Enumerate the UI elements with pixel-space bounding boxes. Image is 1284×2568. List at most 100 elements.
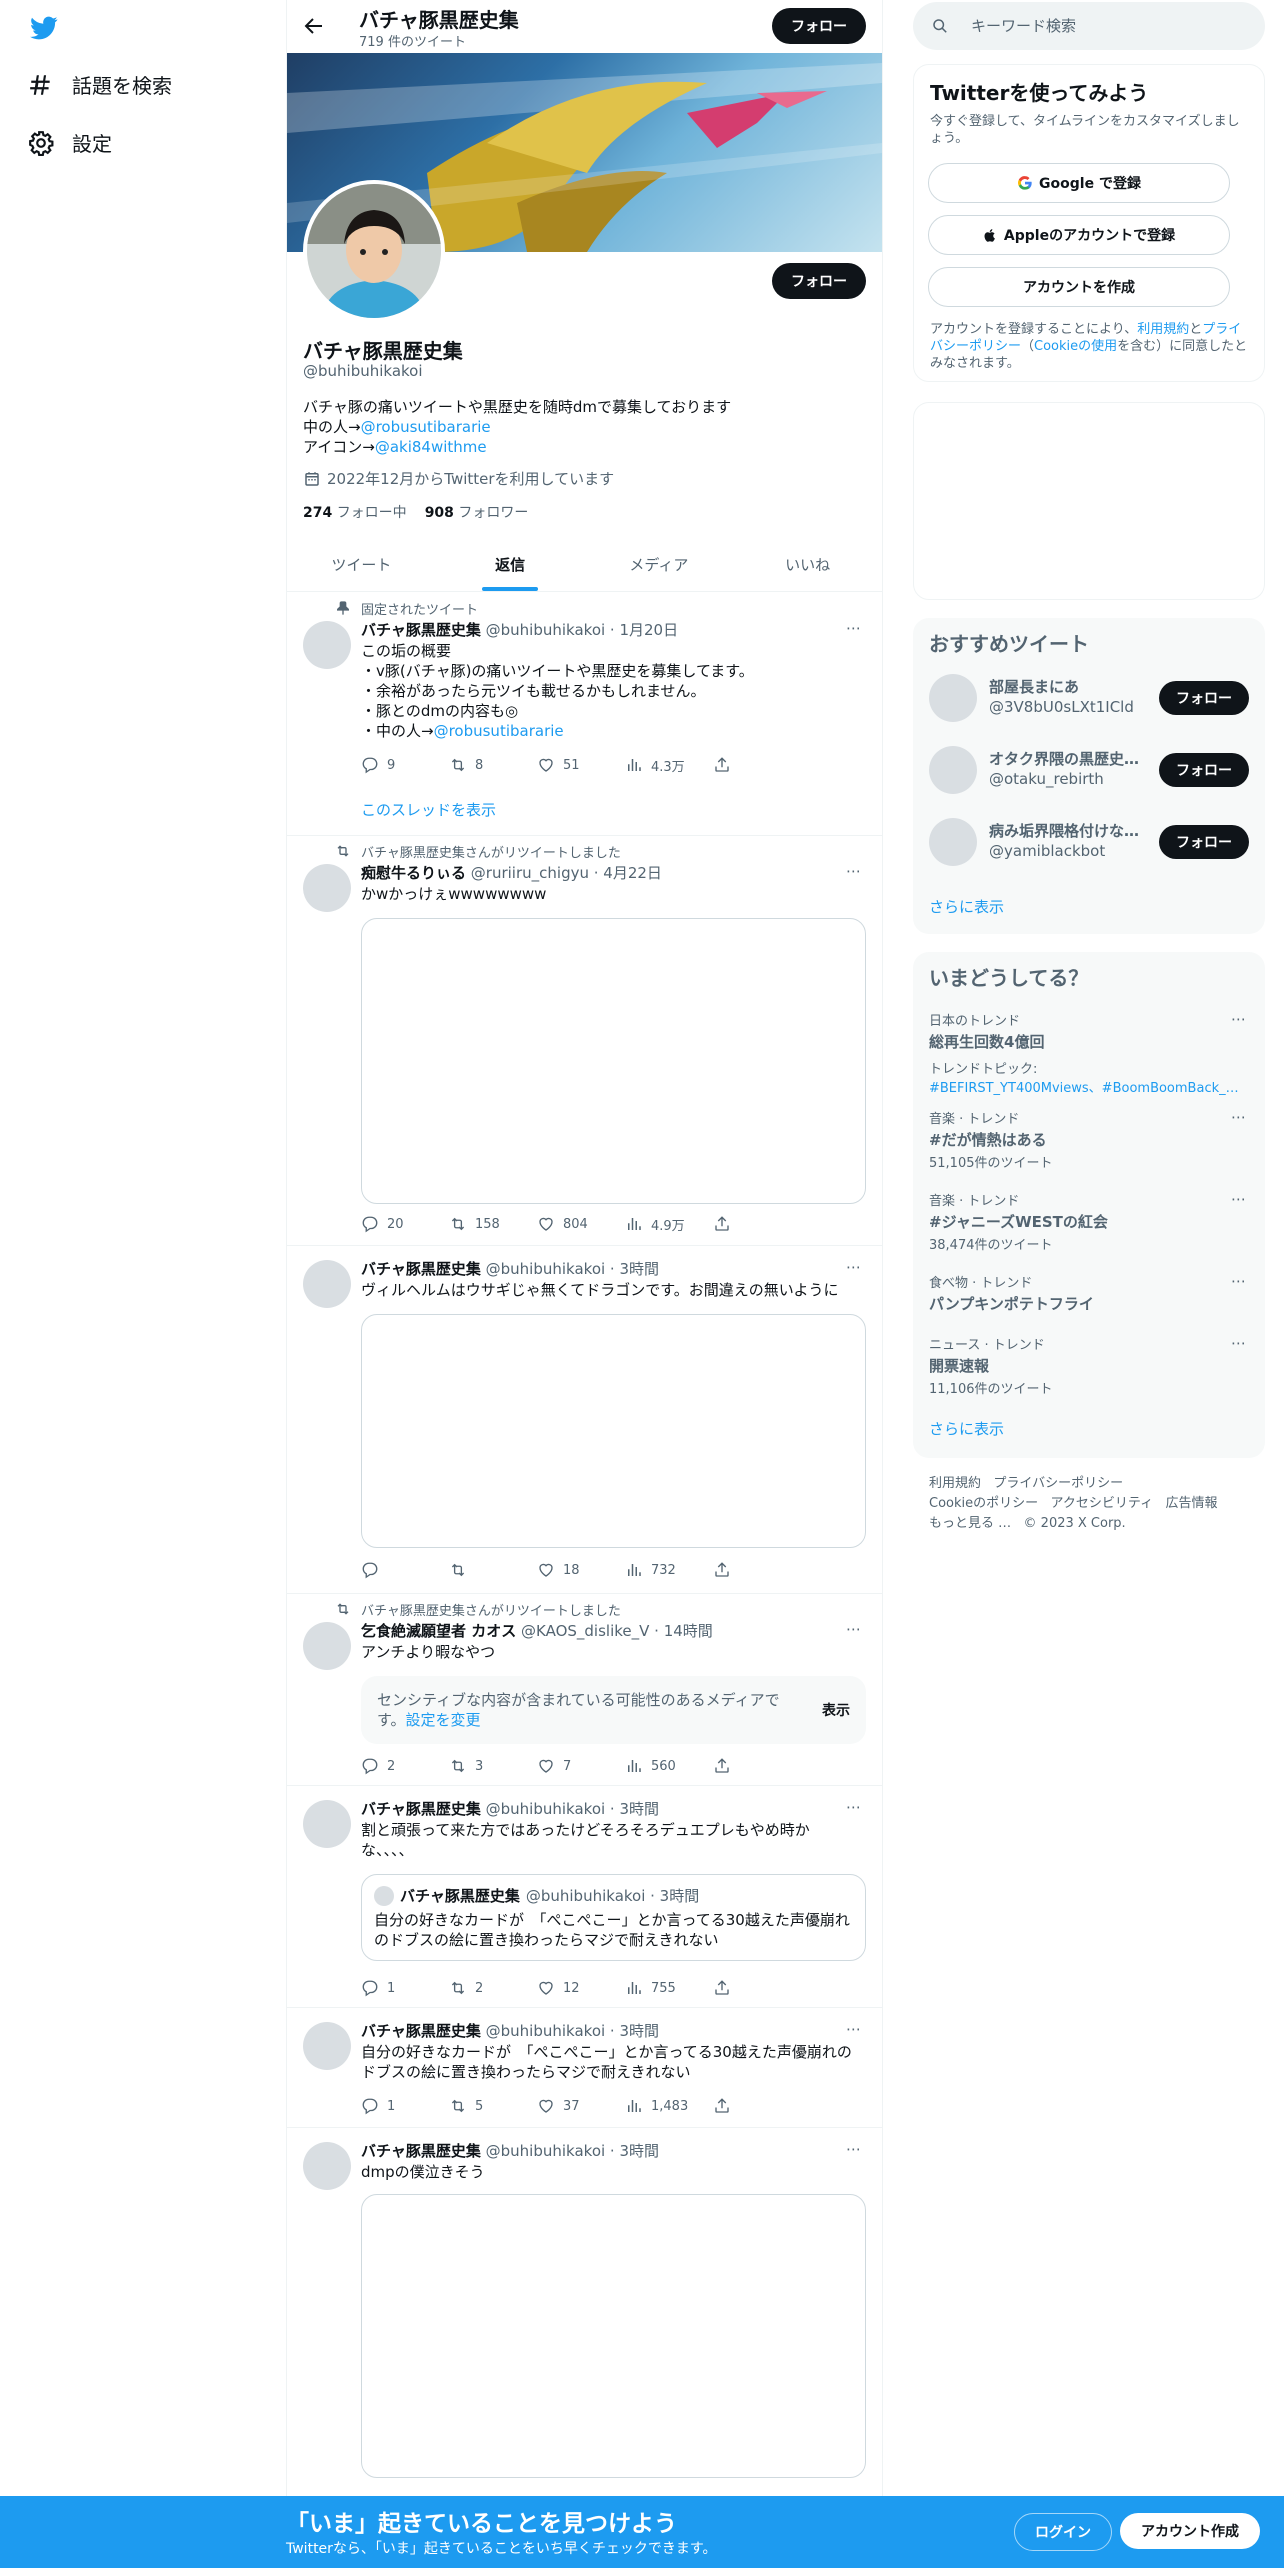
tab-tweets[interactable]: ツイート: [287, 538, 436, 591]
trend-item[interactable]: 音楽 · トレンド #だが情熱はある 51,105件のツイート ⋯: [929, 1108, 1249, 1171]
more-icon[interactable]: ⋯: [1231, 1010, 1249, 1028]
retweet-button[interactable]: 158: [449, 1214, 537, 1234]
tweet-avatar[interactable]: [303, 1622, 351, 1670]
share-button[interactable]: [713, 1978, 801, 1998]
reply-button[interactable]: 9: [361, 755, 449, 775]
tweet-author-name[interactable]: バチャ豚黒歴史集: [361, 2022, 481, 2040]
tweet-avatar[interactable]: [303, 864, 351, 912]
more-icon[interactable]: ⋯: [846, 2020, 866, 2040]
retweet-button[interactable]: 5: [449, 2096, 537, 2116]
footer-accessibility-link[interactable]: アクセシビリティ: [1051, 1496, 1154, 1511]
search-input[interactable]: [969, 16, 1253, 36]
views-button[interactable]: 1,483: [625, 2096, 713, 2116]
recommend-item[interactable]: 病み垢界隈格付けな… @yamiblackbot フォロー: [929, 816, 1249, 870]
more-icon[interactable]: ⋯: [846, 1798, 866, 1818]
tweet-avatar[interactable]: [303, 1260, 351, 1308]
more-icon[interactable]: ⋯: [846, 1258, 866, 1278]
bio-mention-link[interactable]: @robusutibararie: [361, 418, 491, 436]
tweet-avatar[interactable]: [303, 621, 351, 669]
tweet[interactable]: バチャ豚黒歴史集 @buhibuhikakoi · 3時間 ⋯ 自分の好きなカー…: [287, 2008, 882, 2128]
footer-privacy-link[interactable]: プライバシーポリシー: [993, 1476, 1123, 1491]
recommend-follow-button[interactable]: フォロー: [1159, 753, 1249, 787]
more-icon[interactable]: ⋯: [846, 1620, 866, 1640]
like-button[interactable]: 804: [537, 1214, 625, 1234]
following-link[interactable]: 274 フォロー中: [303, 502, 407, 522]
retweet-button[interactable]: 3: [449, 1756, 537, 1776]
sidebar-item-explore[interactable]: 話題を検索: [28, 70, 172, 99]
google-signup-button[interactable]: Google で登録: [928, 163, 1230, 203]
show-thread-link[interactable]: このスレッドを表示: [361, 799, 496, 820]
profile-follow-button[interactable]: フォロー: [772, 263, 866, 299]
recommend-show-more-link[interactable]: さらに表示: [929, 896, 1004, 917]
tweet-media[interactable]: [361, 918, 866, 1204]
views-button[interactable]: 560: [625, 1756, 713, 1776]
retweet-button[interactable]: [449, 1560, 537, 1580]
trend-item[interactable]: 日本のトレンド 総再生回数4億回 トレンドトピック: #BEFIRST_YT40…: [929, 1010, 1249, 1096]
retweet-button[interactable]: 2: [449, 1978, 537, 1998]
twitter-bird-icon[interactable]: [28, 14, 60, 42]
change-settings-link[interactable]: 設定を変更: [406, 1711, 481, 1729]
tab-replies[interactable]: 返信: [436, 538, 585, 591]
views-button[interactable]: 4.9万: [625, 1214, 713, 1234]
share-button[interactable]: [713, 1214, 801, 1234]
tab-media[interactable]: メディア: [585, 538, 734, 591]
tweet-author-name[interactable]: バチャ豚黒歴史集: [361, 2142, 481, 2160]
tweet[interactable]: バチャ豚黒歴史集さんがリツイートしました 痴慰牛るりぃる @ruriiru_ch…: [287, 836, 882, 1246]
cookie-link[interactable]: Cookieの使用: [1034, 339, 1117, 354]
login-button[interactable]: ログイン: [1014, 2513, 1112, 2551]
tweet-avatar[interactable]: [303, 1800, 351, 1848]
header-follow-button[interactable]: フォロー: [772, 8, 866, 44]
views-button[interactable]: 4.3万: [625, 755, 713, 775]
like-button[interactable]: 51: [537, 755, 625, 775]
quoted-tweet[interactable]: バチャ豚黒歴史集 @buhibuhikakoi · 3時間 自分の好きなカードが …: [361, 1874, 866, 1961]
footer-cookie-link[interactable]: Cookieのポリシー: [929, 1496, 1038, 1511]
footer-more-link[interactable]: もっと見る …: [929, 1516, 1011, 1531]
apple-signup-button[interactable]: Appleのアカウントで登録: [928, 215, 1230, 255]
trends-show-more-link[interactable]: さらに表示: [929, 1418, 1004, 1439]
tweet-mention-link[interactable]: @robusutibararie: [434, 722, 564, 740]
like-button[interactable]: 37: [537, 2096, 625, 2116]
trend-item[interactable]: 食べ物 · トレンド パンプキンポテトフライ ⋯: [929, 1272, 1249, 1314]
like-button[interactable]: 12: [537, 1978, 625, 1998]
share-button[interactable]: [713, 1560, 801, 1580]
more-icon[interactable]: ⋯: [1231, 1108, 1249, 1126]
like-button[interactable]: 7: [537, 1756, 625, 1776]
tweet[interactable]: バチャ豚黒歴史集 @buhibuhikakoi · 3時間 ⋯ dmpの僕泣きそ…: [287, 2128, 882, 2508]
trend-topic-links[interactable]: #BEFIRST_YT400Mviews、#BoomBoomBack_MV_..…: [929, 1077, 1249, 1096]
tweet-author-name[interactable]: 痴慰牛るりぃる: [361, 864, 466, 882]
more-icon[interactable]: ⋯: [846, 2140, 866, 2160]
reply-button[interactable]: 1: [361, 1978, 449, 1998]
tweet-author-name[interactable]: バチャ豚黒歴史集: [361, 621, 481, 639]
more-icon[interactable]: ⋯: [846, 619, 866, 639]
sidebar-item-settings[interactable]: 設定: [28, 128, 112, 157]
tweet-avatar[interactable]: [303, 2142, 351, 2190]
views-button[interactable]: 755: [625, 1978, 713, 1998]
share-button[interactable]: [713, 2096, 801, 2116]
tweet-media[interactable]: [361, 1314, 866, 1548]
tweet[interactable]: バチャ豚黒歴史集さんがリツイートしました 乞食絶滅願望者 カオス @KAOS_d…: [287, 1594, 882, 1786]
profile-avatar[interactable]: [303, 180, 445, 322]
terms-link[interactable]: 利用規約: [1137, 322, 1189, 337]
tweet-author-name[interactable]: バチャ豚黒歴史集: [361, 1260, 481, 1278]
trend-item[interactable]: 音楽 · トレンド #ジャニーズWESTの紅会 38,474件のツイート ⋯: [929, 1190, 1249, 1253]
footer-ads-link[interactable]: 広告情報: [1166, 1496, 1218, 1511]
more-icon[interactable]: ⋯: [846, 862, 866, 882]
more-icon[interactable]: ⋯: [1231, 1334, 1249, 1352]
followers-link[interactable]: 908 フォロワー: [425, 502, 529, 522]
tweet[interactable]: 固定されたツイート バチャ豚黒歴史集 @buhibuhikakoi · 1月20…: [287, 591, 882, 836]
tweet[interactable]: バチャ豚黒歴史集 @buhibuhikakoi · 3時間 ⋯ 割と頑張って来た…: [287, 1786, 882, 2008]
retweet-button[interactable]: 8: [449, 755, 537, 775]
signup-button[interactable]: アカウント作成: [1120, 2513, 1260, 2549]
trend-item[interactable]: ニュース · トレンド 開票速報 11,106件のツイート ⋯: [929, 1334, 1249, 1397]
more-icon[interactable]: ⋯: [1231, 1272, 1249, 1290]
share-button[interactable]: [713, 1756, 801, 1776]
bio-mention-link[interactable]: @aki84withme: [375, 438, 487, 456]
reply-button[interactable]: 2: [361, 1756, 449, 1776]
recommend-item[interactable]: オタク界隈の黒歴史… @otaku_rebirth フォロー: [929, 744, 1249, 798]
recommend-item[interactable]: 部屋長まにあ @3V8bU0sLXt1ICld フォロー: [929, 672, 1249, 726]
like-button[interactable]: 18: [537, 1560, 625, 1580]
show-media-button[interactable]: 表示: [822, 1700, 850, 1720]
reply-button[interactable]: 20: [361, 1214, 449, 1234]
tweet-avatar[interactable]: [303, 2022, 351, 2070]
recommend-follow-button[interactable]: フォロー: [1159, 825, 1249, 859]
